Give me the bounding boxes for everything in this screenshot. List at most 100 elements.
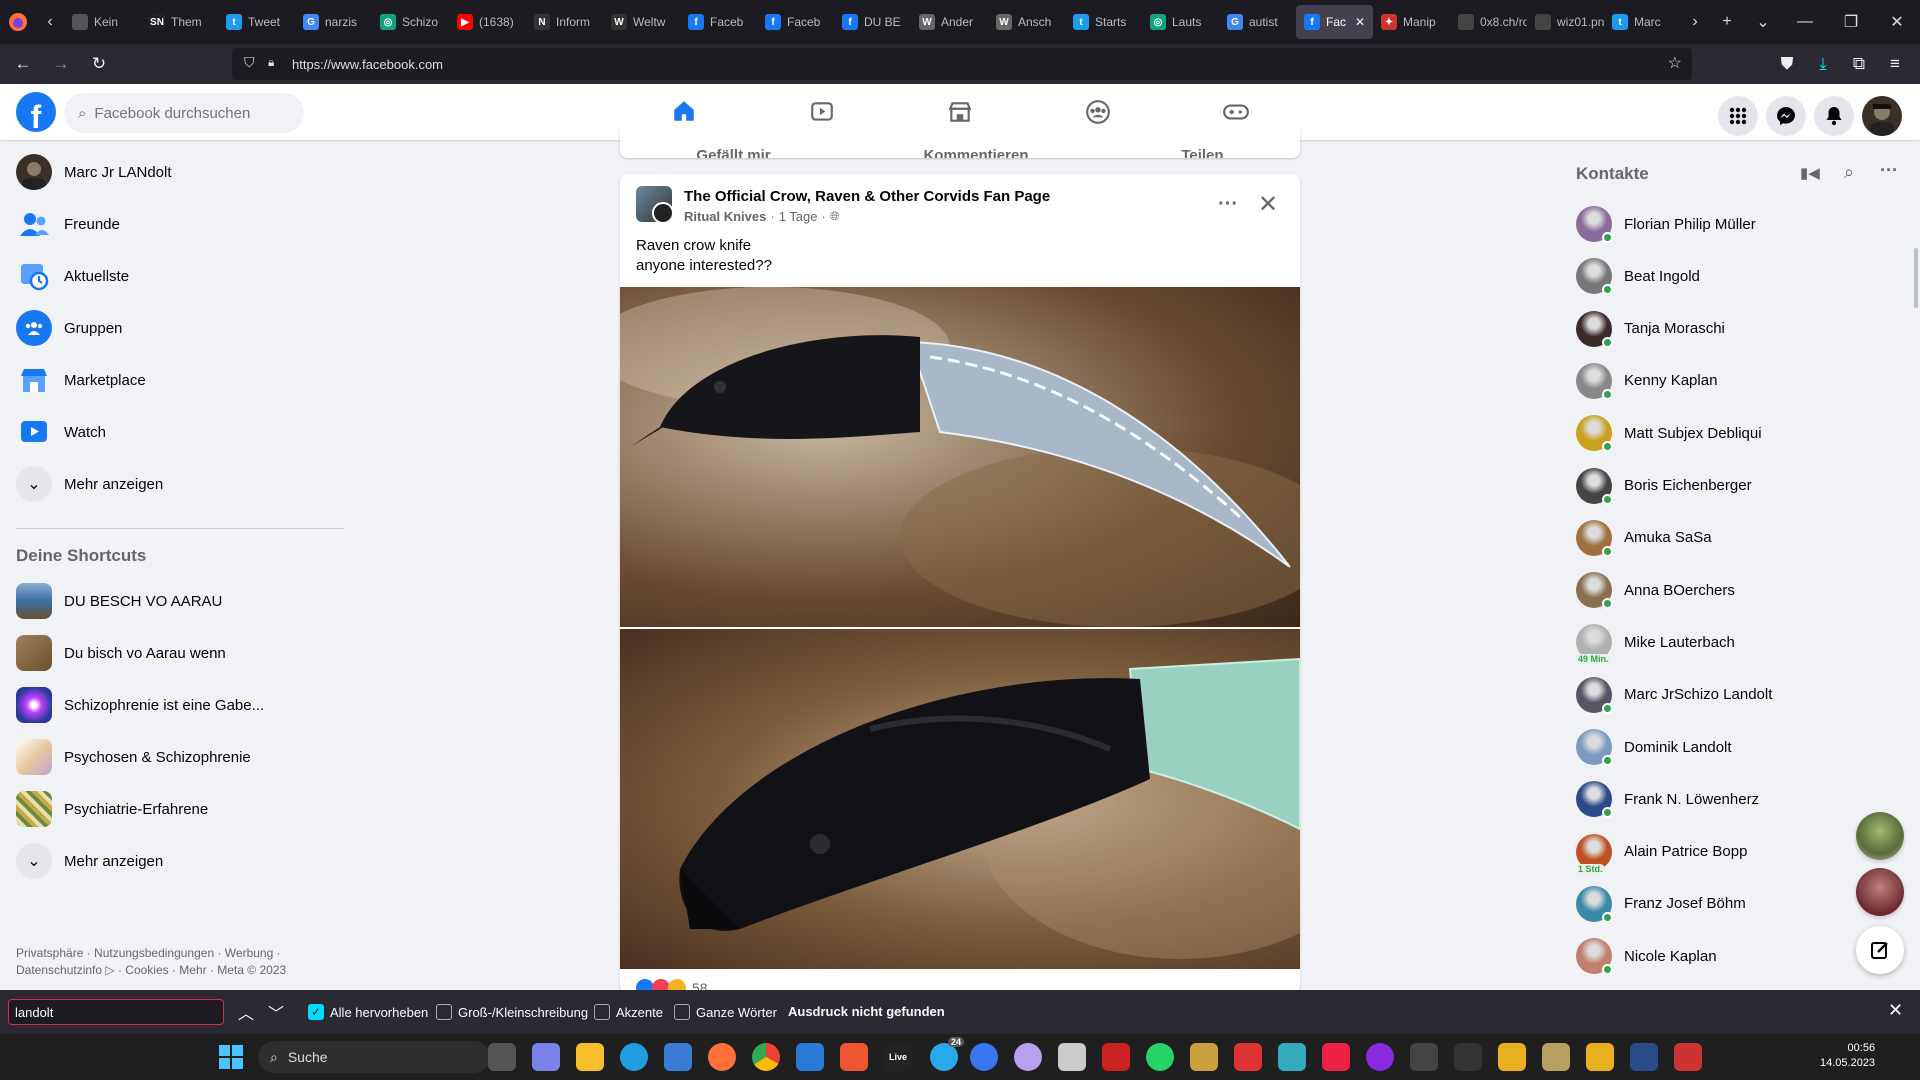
- find-previous-icon[interactable]: ︿: [238, 1000, 254, 1024]
- back-icon[interactable]: ←: [4, 48, 42, 80]
- reload-icon[interactable]: ↻: [80, 48, 118, 80]
- browser-tab[interactable]: ◎ Lauts: [1142, 5, 1219, 39]
- shortcut-item[interactable]: Du bisch vo Aarau wenn: [8, 627, 348, 679]
- contact-item[interactable]: Franz Josef Böhm: [1568, 878, 1888, 930]
- browser-tab[interactable]: Gnarzis: [295, 5, 372, 39]
- contact-item[interactable]: Anna BOerchers: [1568, 564, 1888, 616]
- notifications-button[interactable]: [1814, 96, 1854, 136]
- browser-tab[interactable]: N Inform: [526, 5, 603, 39]
- lock-icon[interactable]: 🔒︎: [268, 55, 274, 70]
- store-icon[interactable]: [664, 1043, 692, 1071]
- sidebar-item-watch[interactable]: Watch: [8, 406, 348, 458]
- contact-item[interactable]: 1 Std. Alain Patrice Bopp: [1568, 826, 1888, 878]
- contact-item[interactable]: Matt Subjex Debliqui: [1568, 407, 1888, 459]
- extensions-icon[interactable]: ⧉: [1840, 48, 1878, 80]
- app-icon[interactable]: [1674, 1043, 1702, 1071]
- close-tab-icon[interactable]: ✕: [1355, 15, 1365, 29]
- find-input[interactable]: [8, 999, 224, 1025]
- video-call-icon[interactable]: ▮◀: [1800, 164, 1820, 182]
- profile-avatar[interactable]: [1862, 96, 1902, 136]
- new-message-button[interactable]: [1856, 926, 1904, 974]
- browser-tab[interactable]: ✦ Manip: [1373, 5, 1450, 39]
- voicemeeter-icon[interactable]: [1102, 1043, 1130, 1071]
- linux-icon[interactable]: [1498, 1043, 1526, 1071]
- find-next-icon[interactable]: ﹀: [268, 1000, 284, 1024]
- windows-start-icon[interactable]: [219, 1045, 243, 1069]
- downloads-icon[interactable]: ⤓: [1804, 48, 1842, 80]
- library-icon[interactable]: [1190, 1043, 1218, 1071]
- pocket-icon[interactable]: ⛊: [1768, 48, 1806, 80]
- minimize-icon[interactable]: —: [1782, 5, 1828, 39]
- edge-icon[interactable]: [620, 1043, 648, 1071]
- shortcut-item[interactable]: Psychosen & Schizophrenie: [8, 731, 348, 783]
- footer-links[interactable]: Privatsphäre · Nutzungsbedingungen · Wer…: [16, 945, 336, 979]
- browser-tab[interactable]: wiz01.png: [1527, 5, 1604, 39]
- browser-tab[interactable]: t Tweet: [218, 5, 295, 39]
- app-icon[interactable]: [1542, 1043, 1570, 1071]
- browser-tab[interactable]: W Weltw: [603, 5, 680, 39]
- app-icon[interactable]: [1366, 1043, 1394, 1071]
- chat-head[interactable]: [1856, 812, 1904, 860]
- app-icon[interactable]: [1322, 1043, 1350, 1071]
- shortcut-item[interactable]: DU BESCH VO AARAU: [8, 575, 348, 627]
- live-app-icon[interactable]: Live: [884, 1043, 912, 1071]
- checkbox-unchecked[interactable]: [436, 1004, 452, 1020]
- checkbox-checked[interactable]: ✓: [308, 1004, 324, 1020]
- post-author[interactable]: Ritual Knives: [684, 209, 766, 224]
- sidebar-item-marketplace[interactable]: Marketplace: [8, 354, 348, 406]
- checkbox-unchecked[interactable]: [674, 1004, 690, 1020]
- shield-icon[interactable]: ⛉: [244, 54, 255, 71]
- browser-tab[interactable]: Kein: [64, 5, 141, 39]
- messenger-button[interactable]: [1766, 96, 1806, 136]
- checkbox-unchecked[interactable]: [594, 1004, 610, 1020]
- telegram-icon[interactable]: 24: [930, 1037, 964, 1071]
- sidebar-item-recent[interactable]: Aktuellste: [8, 250, 348, 302]
- app-menu-icon[interactable]: ≡: [1876, 48, 1914, 80]
- browser-tab[interactable]: t Marc: [1604, 5, 1681, 39]
- contact-item[interactable]: Beat Ingold: [1568, 250, 1888, 302]
- new-tab-icon[interactable]: +: [1709, 5, 1745, 39]
- linux-icon[interactable]: [1586, 1043, 1614, 1071]
- chat-app-icon[interactable]: [532, 1043, 560, 1071]
- browser-tab[interactable]: SN Them: [141, 5, 218, 39]
- close-findbar-icon[interactable]: ✕: [1888, 1000, 1903, 1021]
- whatsapp-icon[interactable]: [1146, 1043, 1174, 1071]
- contact-item[interactable]: Kenny Kaplan: [1568, 355, 1888, 407]
- browser-tab[interactable]: f DU BE: [834, 5, 911, 39]
- browser-tab[interactable]: ▶ (1638): [449, 5, 526, 39]
- facebook-logo-icon[interactable]: f: [16, 92, 56, 132]
- sidebar-item-more[interactable]: ⌄ Mehr anzeigen: [8, 458, 348, 510]
- app-icon[interactable]: [1630, 1043, 1658, 1071]
- app-icon[interactable]: [1410, 1043, 1438, 1071]
- url-text[interactable]: https://www.facebook.com: [292, 57, 443, 72]
- clock-time[interactable]: 00:56: [1820, 1041, 1876, 1056]
- contact-item[interactable]: Amuka SaSa: [1568, 512, 1888, 564]
- match-case-checkbox[interactable]: Groß-/Kleinschreibung: [436, 1004, 588, 1020]
- comment-button[interactable]: Kommentieren: [923, 147, 1028, 158]
- whole-words-checkbox[interactable]: Ganze Wörter: [674, 1004, 777, 1020]
- post-image[interactable]: [620, 287, 1300, 627]
- app-icon[interactable]: [1014, 1043, 1042, 1071]
- contact-item[interactable]: Tanja Moraschi: [1568, 303, 1888, 355]
- browser-tab[interactable]: ◎ Schizo: [372, 5, 449, 39]
- highlight-all-checkbox[interactable]: ✓ Alle hervorheben: [308, 1004, 428, 1020]
- browser-tab[interactable]: 0x8.ch/rot: [1450, 5, 1527, 39]
- facebook-search-input[interactable]: [94, 104, 285, 122]
- signal-icon[interactable]: [970, 1043, 998, 1071]
- task-view-icon[interactable]: [488, 1043, 516, 1071]
- browser-tab[interactable]: Gautist: [1219, 5, 1296, 39]
- shortcuts-more[interactable]: ⌄ Mehr anzeigen: [8, 835, 348, 887]
- clock-date[interactable]: 14.05.2023: [1820, 1056, 1875, 1071]
- file-explorer-icon[interactable]: [576, 1043, 604, 1071]
- list-tabs-icon[interactable]: ⌄: [1745, 5, 1781, 39]
- contact-item[interactable]: Dominik Landolt: [1568, 721, 1888, 773]
- post-time[interactable]: 1 Tage: [779, 209, 818, 224]
- browser-tab[interactable]: f Faceb: [757, 5, 834, 39]
- browser-tab[interactable]: t Starts: [1065, 5, 1142, 39]
- post-page-name[interactable]: The Official Crow, Raven & Other Corvids…: [684, 188, 1050, 205]
- forward-icon[interactable]: →: [42, 48, 80, 80]
- browser-tab[interactable]: f Fac ✕: [1296, 5, 1373, 39]
- like-button[interactable]: Gefällt mir: [696, 147, 770, 158]
- cloud-app-icon[interactable]: [796, 1043, 824, 1071]
- chrome-icon[interactable]: [752, 1043, 780, 1071]
